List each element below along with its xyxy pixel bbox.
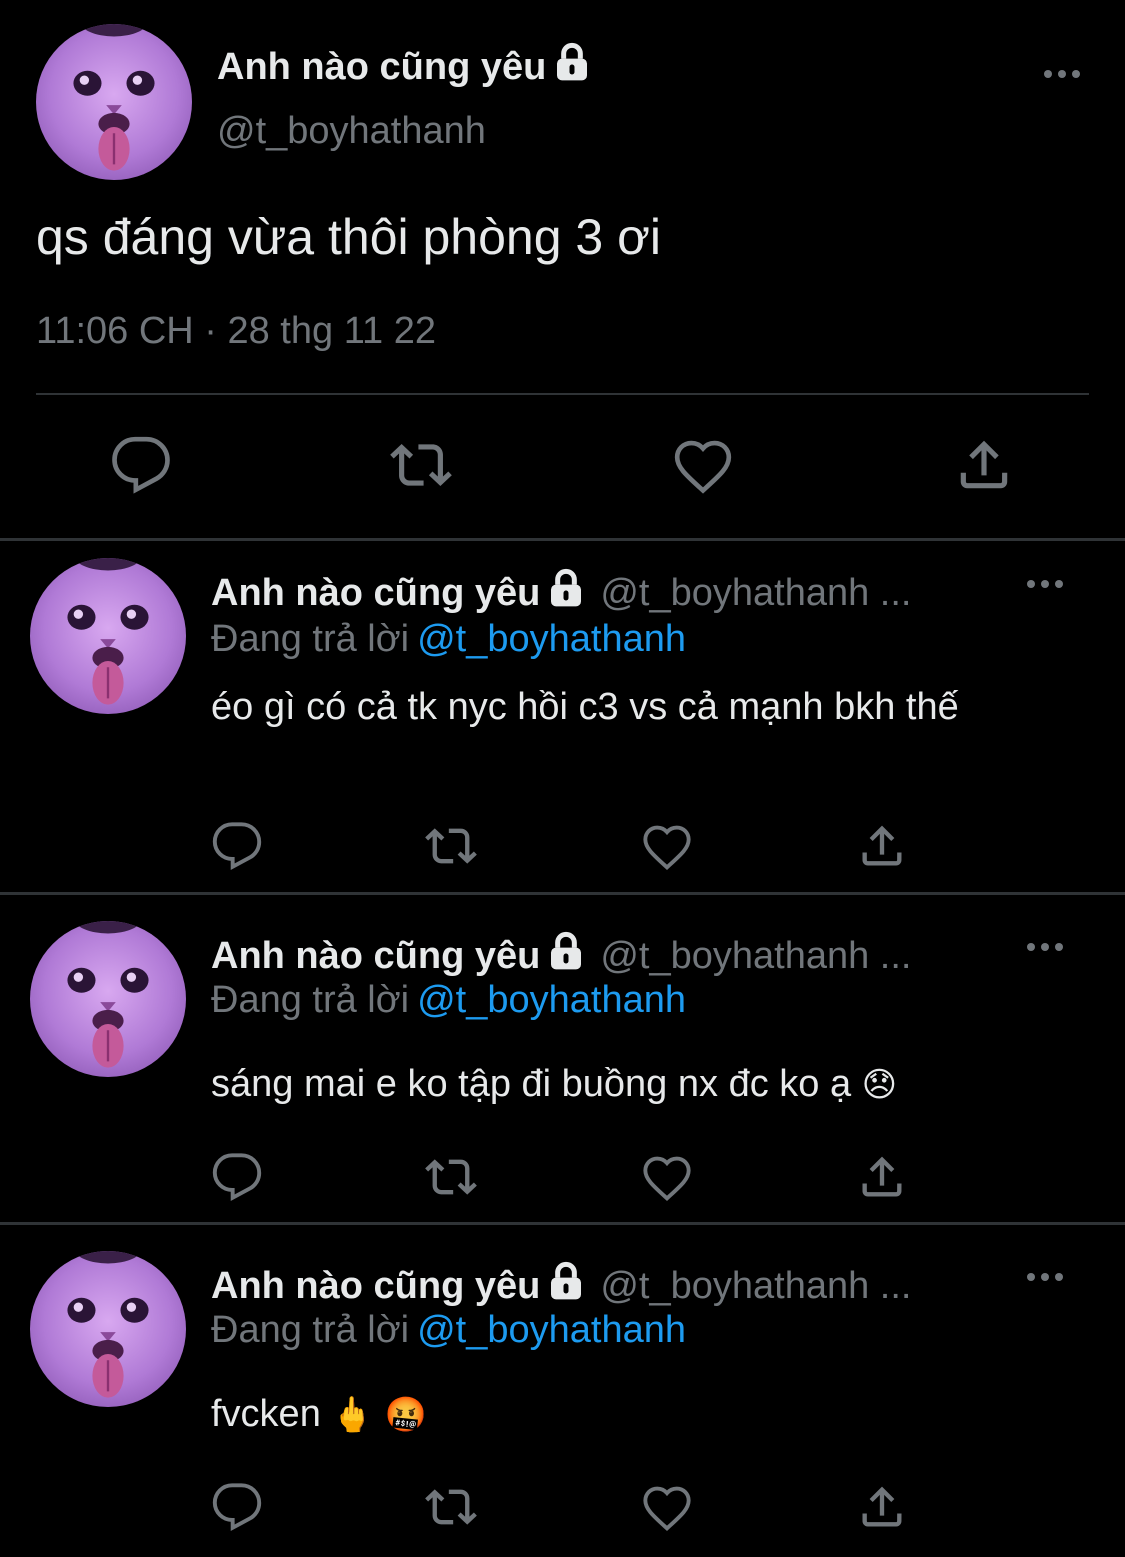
share-icon[interactable] (856, 820, 908, 872)
display-name[interactable]: Anh nào cũng yêu (217, 42, 592, 89)
reply-tweet[interactable]: Anh nào cũng yêu @t_boyhathanh ... Đang t… (0, 1225, 1125, 1557)
more-icon[interactable] (1027, 943, 1063, 951)
retweet-icon[interactable] (390, 434, 452, 496)
mention-link[interactable]: @t_boyhathanh (417, 1309, 686, 1351)
like-icon[interactable] (641, 1481, 693, 1533)
like-icon[interactable] (672, 434, 734, 496)
retweet-icon[interactable] (425, 1151, 477, 1203)
share-icon[interactable] (856, 1151, 908, 1203)
display-name-text: Anh nào cũng yêu (211, 1265, 541, 1307)
user-handle: @t_boyhathanh ... (600, 572, 912, 614)
mention-link[interactable]: @t_boyhathanh (417, 618, 686, 660)
reply-tweet[interactable]: Anh nào cũng yêu @t_boyhathanh ... Đang t… (0, 895, 1125, 1223)
like-icon[interactable] (641, 820, 693, 872)
lock-icon (546, 931, 586, 971)
display-name[interactable]: Anh nào cũng yêu @t_boyhathanh ... (211, 1261, 911, 1308)
reply-icon[interactable] (110, 434, 172, 496)
tweet-text: sáng mai e ko tập đi buồng nx đc ko ạ 😞 (211, 1063, 1051, 1106)
reply-icon[interactable] (211, 1151, 263, 1203)
display-name[interactable]: Anh nào cũng yêu @t_boyhathanh ... (211, 931, 911, 978)
user-handle[interactable]: @t_boyhathanh (217, 110, 486, 153)
user-handle: @t_boyhathanh ... (600, 935, 912, 977)
display-name-text: Anh nào cũng yêu (211, 935, 541, 977)
lock-icon (546, 1261, 586, 1301)
disappointed-emoji: 😞 (861, 1065, 898, 1105)
tweet-text: fvcken 🖕 🤬 (211, 1393, 1051, 1436)
more-icon[interactable] (1044, 70, 1080, 78)
avatar[interactable] (30, 1251, 186, 1407)
avatar[interactable] (36, 24, 192, 180)
replying-to: Đang trả lời @t_boyhathanh (211, 1309, 686, 1352)
more-icon[interactable] (1027, 1273, 1063, 1281)
retweet-icon[interactable] (425, 1481, 477, 1533)
replying-to: Đang trả lời @t_boyhathanh (211, 979, 686, 1022)
reply-icon[interactable] (211, 820, 263, 872)
tweet-text: qs đáng vừa thôi phòng 3 ơi (36, 209, 662, 265)
replying-to-label: Đang trả lời (211, 618, 410, 660)
display-name-text: Anh nào cũng yêu (217, 46, 547, 88)
like-icon[interactable] (641, 1151, 693, 1203)
display-name[interactable]: Anh nào cũng yêu @t_boyhathanh ... (211, 568, 911, 615)
tweet-text: éo gì có cả tk nyc hồi c3 vs cả mạnh bkh… (211, 686, 959, 728)
share-icon[interactable] (953, 434, 1015, 496)
replying-to-label: Đang trả lời (211, 1309, 410, 1351)
more-icon[interactable] (1027, 580, 1063, 588)
tweet-text-content: fvcken (211, 1393, 321, 1435)
tweet-timestamp[interactable]: 11:06 CH · 28 thg 11 22 (36, 310, 436, 353)
cat-avatar-image (30, 1251, 186, 1407)
divider (36, 393, 1089, 395)
replying-to: Đang trả lời @t_boyhathanh (211, 618, 686, 661)
emoji-group: 🖕 🤬 (331, 1395, 427, 1435)
avatar[interactable] (30, 921, 186, 1077)
cat-avatar-image (36, 24, 192, 180)
retweet-icon[interactable] (425, 820, 477, 872)
user-handle: @t_boyhathanh ... (600, 1265, 912, 1307)
lock-icon (546, 568, 586, 608)
lock-icon (552, 42, 592, 82)
reply-tweet[interactable]: Anh nào cũng yêu @t_boyhathanh ... Đang t… (0, 540, 1125, 892)
main-tweet: Anh nào cũng yêu @t_boyhathanh qs đáng v… (0, 0, 1125, 540)
cat-avatar-image (30, 558, 186, 714)
avatar[interactable] (30, 558, 186, 714)
reply-icon[interactable] (211, 1481, 263, 1533)
cat-avatar-image (30, 921, 186, 1077)
share-icon[interactable] (856, 1481, 908, 1533)
replying-to-label: Đang trả lời (211, 979, 410, 1021)
tweet-text-content: sáng mai e ko tập đi buồng nx đc ko ạ (211, 1063, 852, 1105)
display-name-text: Anh nào cũng yêu (211, 572, 541, 614)
mention-link[interactable]: @t_boyhathanh (417, 979, 686, 1021)
